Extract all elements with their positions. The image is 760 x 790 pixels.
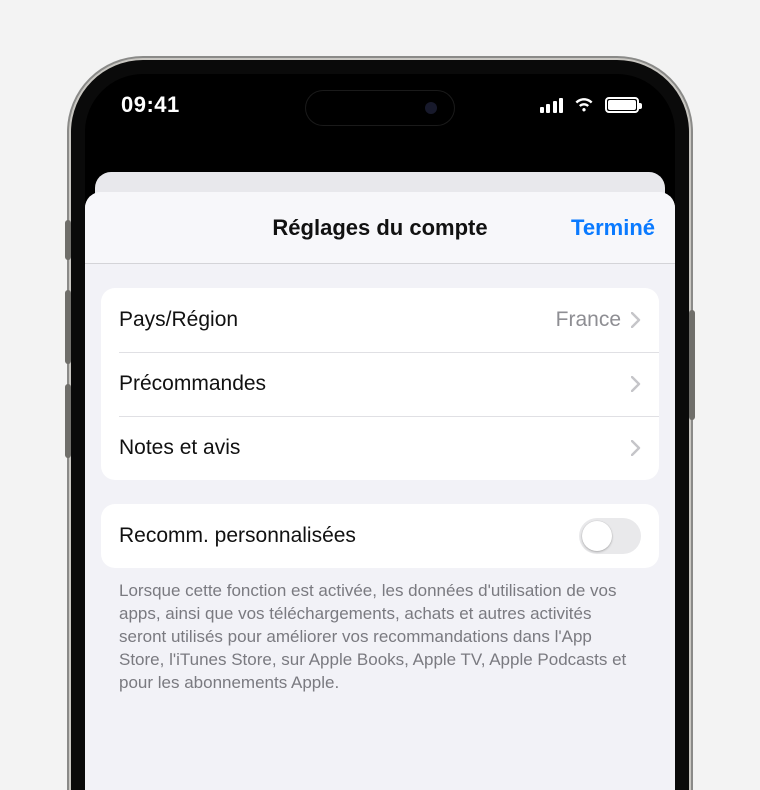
iphone-frame: 09:41 Réglages du compte Terminé [71, 60, 689, 790]
toggle-group: Recomm. personnalisées [101, 504, 659, 568]
toggle-knob [582, 521, 612, 551]
chevron-right-icon [631, 312, 641, 328]
chevron-right-icon [631, 376, 641, 392]
chevron-right-icon [631, 440, 641, 456]
status-indicators [540, 97, 640, 113]
personalized-recommendations-toggle[interactable] [579, 518, 641, 554]
volume-up-button [65, 290, 71, 364]
sheet-content: Pays/Région France Précommandes Note [85, 264, 675, 695]
screen: 09:41 Réglages du compte Terminé [85, 74, 675, 790]
personalized-recommendations-row: Recomm. personnalisées [101, 504, 659, 568]
volume-down-button [65, 384, 71, 458]
cellular-signal-icon [540, 97, 564, 113]
status-bar: 09:41 [85, 74, 675, 136]
battery-icon [605, 97, 639, 113]
status-time: 09:41 [121, 92, 180, 118]
country-region-row[interactable]: Pays/Région France [101, 288, 659, 352]
row-label: Pays/Région [119, 308, 556, 332]
row-label: Recomm. personnalisées [119, 524, 579, 548]
preorders-row[interactable]: Précommandes [101, 352, 659, 416]
sheet-header: Réglages du compte Terminé [85, 192, 675, 264]
row-value: France [556, 308, 621, 332]
side-button [65, 220, 71, 260]
wifi-icon [573, 97, 595, 113]
row-label: Notes et avis [119, 436, 631, 460]
done-button[interactable]: Terminé [571, 215, 655, 241]
account-settings-sheet: Réglages du compte Terminé Pays/Région F… [85, 192, 675, 790]
ratings-reviews-row[interactable]: Notes et avis [101, 416, 659, 480]
settings-group: Pays/Région France Précommandes Note [101, 288, 659, 480]
power-button [689, 310, 695, 420]
row-label: Précommandes [119, 372, 631, 396]
footer-description: Lorsque cette fonction est activée, les … [101, 568, 659, 695]
